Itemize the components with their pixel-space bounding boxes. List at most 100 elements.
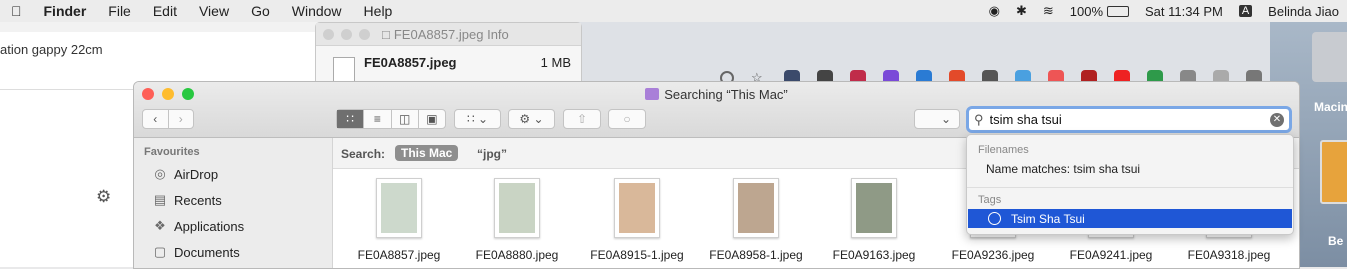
applications-icon: ❖	[154, 218, 166, 233]
photo-preview	[856, 183, 892, 233]
file-name: FE0A8880.jpeg	[475, 248, 559, 262]
tag-icon: ○	[623, 112, 631, 126]
tag-icon	[988, 212, 1001, 225]
tags-button[interactable]: ○	[608, 109, 646, 129]
gallery-view-icon[interactable]: ▣	[419, 110, 445, 128]
hard-disk-icon[interactable]	[1312, 32, 1347, 82]
battery-percent[interactable]: 100%	[1070, 4, 1103, 19]
disk-label[interactable]: Macin	[1314, 100, 1347, 114]
sidebar-item-label: Documents	[174, 244, 240, 260]
user-name[interactable]: Belinda Jiao	[1268, 4, 1339, 19]
sidebar: Favourites ◎ AirDrop ▤ Recents ❖ Applica…	[134, 138, 333, 268]
smart-folder-icon	[645, 88, 660, 100]
scope-this-mac[interactable]: This Mac	[395, 145, 459, 161]
file-item[interactable]: FE0A8958-1.jpeg	[697, 178, 815, 262]
file-item[interactable]: FE0A8857.jpeg	[340, 178, 458, 262]
divider	[967, 187, 1293, 188]
finder-toolbar: Searching “This Mac” ‹ › ∷ ≡ ◫ ▣ ∷ ⌄ ⚙ ⌄…	[134, 82, 1299, 138]
menu-bar:  Finder File Edit View Go Window Help ◉…	[0, 0, 1347, 23]
group-by-button[interactable]: ∷ ⌄	[454, 109, 501, 129]
suggestion-section-tags: Tags	[978, 194, 1002, 206]
file-name: FE0A9163.jpeg	[832, 248, 916, 262]
gear-icon: ⚙ ⌄	[519, 112, 544, 126]
scope-folder[interactable]: “jpg”	[477, 147, 507, 161]
scope-label: Search:	[341, 147, 386, 161]
file-thumbnail	[494, 178, 540, 238]
apple-icon[interactable]: 	[0, 3, 33, 19]
photo-preview	[619, 183, 655, 233]
file-item[interactable]: FE0A8880.jpeg	[458, 178, 576, 262]
file-item[interactable]: FE0A8915-1.jpeg	[578, 178, 696, 262]
file-item[interactable]: FE0A9163.jpeg	[815, 178, 933, 262]
info-file-name: FE0A8857.jpeg	[364, 55, 457, 70]
file-thumbnail	[851, 178, 897, 238]
suggestion-name-matches[interactable]: Name matches: tsim sha tsui	[986, 162, 1140, 176]
search-options-dropdown[interactable]: ⌄	[914, 109, 960, 129]
back-forward-buttons: ‹ ›	[142, 109, 194, 129]
sidebar-item-documents[interactable]: ▢ Documents	[152, 244, 240, 260]
external-drive-icon[interactable]	[1320, 140, 1347, 204]
input-source-icon[interactable]: A	[1238, 5, 1253, 17]
menu-view[interactable]: View	[188, 3, 240, 19]
sidebar-item-label: AirDrop	[174, 166, 219, 182]
photo-preview	[499, 183, 535, 233]
recents-icon: ▤	[153, 192, 167, 207]
sidebar-item-recents[interactable]: ▤ Recents	[152, 192, 222, 208]
suggestion-tag-tsim-sha-tsui[interactable]: Tsim Sha Tsui	[968, 209, 1292, 228]
window-title-container: Searching “This Mac”	[134, 87, 1299, 102]
info-titlebar: □ FE0A8857.jpeg Info	[316, 23, 581, 46]
sidebar-item-label: Recents	[174, 192, 222, 208]
menu-window[interactable]: Window	[281, 3, 353, 19]
menu-go[interactable]: Go	[240, 3, 281, 19]
airdrop-icon: ◎	[154, 166, 166, 181]
info-window-title: FE0A8857.jpeg Info	[393, 26, 509, 42]
menu-help[interactable]: Help	[353, 3, 404, 19]
background-band	[0, 22, 320, 32]
close-button[interactable]	[323, 28, 334, 40]
zoom-button[interactable]	[359, 28, 370, 40]
creative-cloud-icon[interactable]: ◉	[989, 3, 1000, 19]
window-title: Searching “This Mac”	[664, 87, 788, 102]
share-button[interactable]: ⇧	[563, 109, 601, 129]
suggestion-section-filenames: Filenames	[978, 144, 1029, 156]
search-input[interactable]	[987, 111, 1262, 128]
file-thumbnail	[614, 178, 660, 238]
gear-icon[interactable]: ⚙	[96, 187, 111, 207]
forward-button[interactable]: ›	[169, 110, 194, 128]
sidebar-item-applications[interactable]: ❖ Applications	[152, 218, 244, 234]
documents-icon: ▢	[153, 244, 167, 259]
drive-label[interactable]: Be	[1328, 234, 1343, 248]
document-icon: □	[382, 26, 390, 42]
share-icon: ⇧	[576, 112, 588, 126]
icon-view-icon[interactable]: ∷	[337, 110, 365, 128]
background-text: ation gappy 22cm	[0, 42, 103, 57]
bluetooth-icon[interactable]: ✱	[1016, 3, 1027, 19]
chevron-down-icon: ⌄	[940, 112, 952, 126]
search-suggestions: Filenames Name matches: tsim sha tsui Ta…	[966, 134, 1294, 235]
group-icon: ∷ ⌄	[466, 112, 489, 126]
back-button[interactable]: ‹	[143, 110, 169, 128]
search-icon: ⚲	[974, 111, 984, 127]
info-file-size: 1 MB	[540, 55, 571, 70]
file-thumbnail	[376, 178, 422, 238]
file-name: FE0A9241.jpeg	[1069, 248, 1153, 262]
action-button[interactable]: ⚙ ⌄	[508, 109, 555, 129]
file-name: FE0A9318.jpeg	[1187, 248, 1271, 262]
file-name: FE0A8857.jpeg	[357, 248, 441, 262]
menu-app-name[interactable]: Finder	[33, 3, 98, 19]
sidebar-item-airdrop[interactable]: ◎ AirDrop	[152, 166, 218, 182]
file-name: FE0A9236.jpeg	[951, 248, 1035, 262]
battery-icon[interactable]	[1107, 5, 1130, 17]
search-field[interactable]: ⚲ ✕	[966, 106, 1292, 133]
menu-file[interactable]: File	[97, 3, 142, 19]
list-view-icon[interactable]: ≡	[364, 110, 392, 128]
column-view-icon[interactable]: ◫	[392, 110, 419, 128]
photo-preview	[381, 183, 417, 233]
clear-search-icon[interactable]: ✕	[1270, 112, 1284, 127]
clock[interactable]: Sat 11:34 PM	[1145, 4, 1223, 19]
wifi-icon[interactable]: ≋	[1043, 3, 1054, 19]
menu-edit[interactable]: Edit	[142, 3, 188, 19]
view-mode-buttons: ∷ ≡ ◫ ▣	[336, 109, 446, 129]
minimize-button[interactable]	[341, 28, 352, 40]
suggestion-tag-label: Tsim Sha Tsui	[1011, 211, 1085, 226]
